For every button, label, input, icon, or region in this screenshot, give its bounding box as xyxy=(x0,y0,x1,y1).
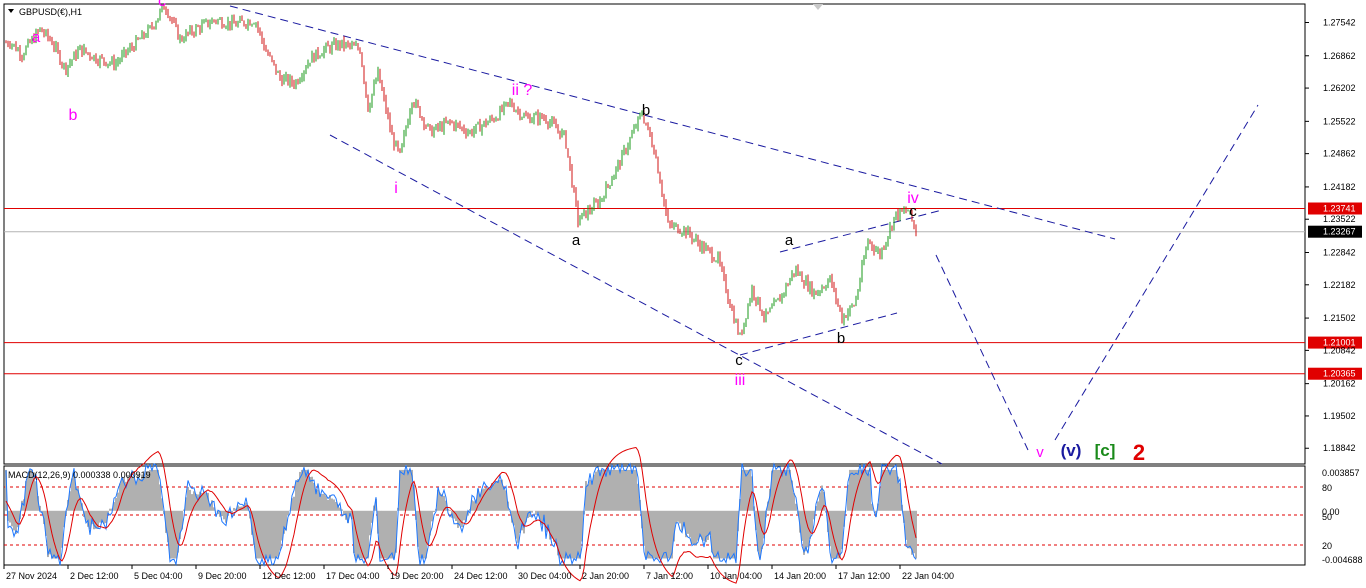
time-tick-label: 14 Jan 20:00 xyxy=(774,571,826,581)
time-tick-label: 7 Jan 12:00 xyxy=(646,571,693,581)
price-tick-label: 1.27542 xyxy=(1323,17,1356,27)
macd-axis: 0.003857800.005020-0.004688 xyxy=(1322,468,1363,565)
price-tick-label: 1.24862 xyxy=(1323,149,1356,159)
macd-tick-label: -0.004688 xyxy=(1322,555,1363,565)
wave-label: b xyxy=(837,330,845,347)
price-tick-label: 1.20842 xyxy=(1323,345,1356,355)
wave-label: a xyxy=(32,29,41,46)
macd-tick-label: 80 xyxy=(1322,483,1332,493)
time-tick-label: 19 Dec 20:00 xyxy=(390,571,444,581)
chart-title: GBPUSD(€),H1 xyxy=(19,7,82,17)
wave-label: b xyxy=(642,102,650,119)
macd-tick-label: 0.003857 xyxy=(1322,468,1360,478)
price-tick-label: 1.22182 xyxy=(1323,280,1356,290)
time-tick-label: 5 Dec 04:00 xyxy=(134,571,183,581)
price-tick-label: 1.25522 xyxy=(1323,116,1356,126)
time-tick-label: 9 Dec 20:00 xyxy=(198,571,247,581)
wave-label: a xyxy=(785,232,794,249)
wave-label: (v) xyxy=(1061,441,1082,460)
level-price-label: 1.23741 xyxy=(1323,204,1356,214)
wave-label: c xyxy=(909,203,917,220)
time-tick-label: 2 Dec 12:00 xyxy=(70,571,119,581)
wave-label: 2 xyxy=(1133,440,1145,465)
price-tick-label: 1.26202 xyxy=(1323,83,1356,93)
wave-label: b xyxy=(69,107,78,124)
price-tick-label: 1.20162 xyxy=(1323,379,1356,389)
wave-label: v xyxy=(1036,444,1044,461)
wave-label: i xyxy=(394,180,398,197)
wave-label: a xyxy=(572,232,581,249)
wave-label: iii xyxy=(735,372,746,389)
wave-label: c xyxy=(158,0,166,10)
macd-label: MACD(12,26,9) 0.000338 0.000919 xyxy=(8,470,151,480)
price-panel-frame xyxy=(3,3,1306,465)
time-axis: 27 Nov 2024 2 Dec 12:00 5 Dec 04:00 9 Dec 2… xyxy=(3,565,954,581)
price-tick-label: 1.21502 xyxy=(1323,313,1356,323)
price-tick-label: 1.19502 xyxy=(1323,411,1356,421)
time-tick-label: 22 Jan 04:00 xyxy=(902,571,954,581)
time-tick-label: 17 Jan 12:00 xyxy=(838,571,890,581)
time-tick-label: 30 Dec 04:00 xyxy=(518,571,572,581)
price-tick-label: 1.23522 xyxy=(1323,214,1356,224)
wave-label: [c] xyxy=(1095,441,1116,460)
price-tick-label: 1.26862 xyxy=(1323,51,1356,61)
price-tick-label: 1.24182 xyxy=(1323,182,1356,192)
time-tick-label: 10 Jan 04:00 xyxy=(710,571,762,581)
price-tick-label: 1.18842 xyxy=(1323,443,1356,453)
current-price-label: 1.23267 xyxy=(1323,227,1356,237)
time-tick-label: 2 Jan 20:00 xyxy=(582,571,629,581)
time-tick-label: 24 Dec 12:00 xyxy=(454,571,508,581)
macd-tick-label: 50 xyxy=(1322,512,1332,522)
wave-label: c xyxy=(735,352,743,369)
price-tick-label: 1.22842 xyxy=(1323,247,1356,257)
level-price-label: 1.20365 xyxy=(1323,369,1356,379)
wave-label: ii ? xyxy=(512,82,533,99)
macd-tick-label: 20 xyxy=(1322,541,1332,551)
time-tick-label: 27 Nov 2024 xyxy=(6,571,57,581)
chart-canvas[interactable]: 1.237411.210011.20365 1.23267 abciii ?ab… xyxy=(0,0,1366,588)
time-tick-label: 12 Dec 12:00 xyxy=(262,571,316,581)
time-tick-label: 17 Dec 04:00 xyxy=(326,571,380,581)
